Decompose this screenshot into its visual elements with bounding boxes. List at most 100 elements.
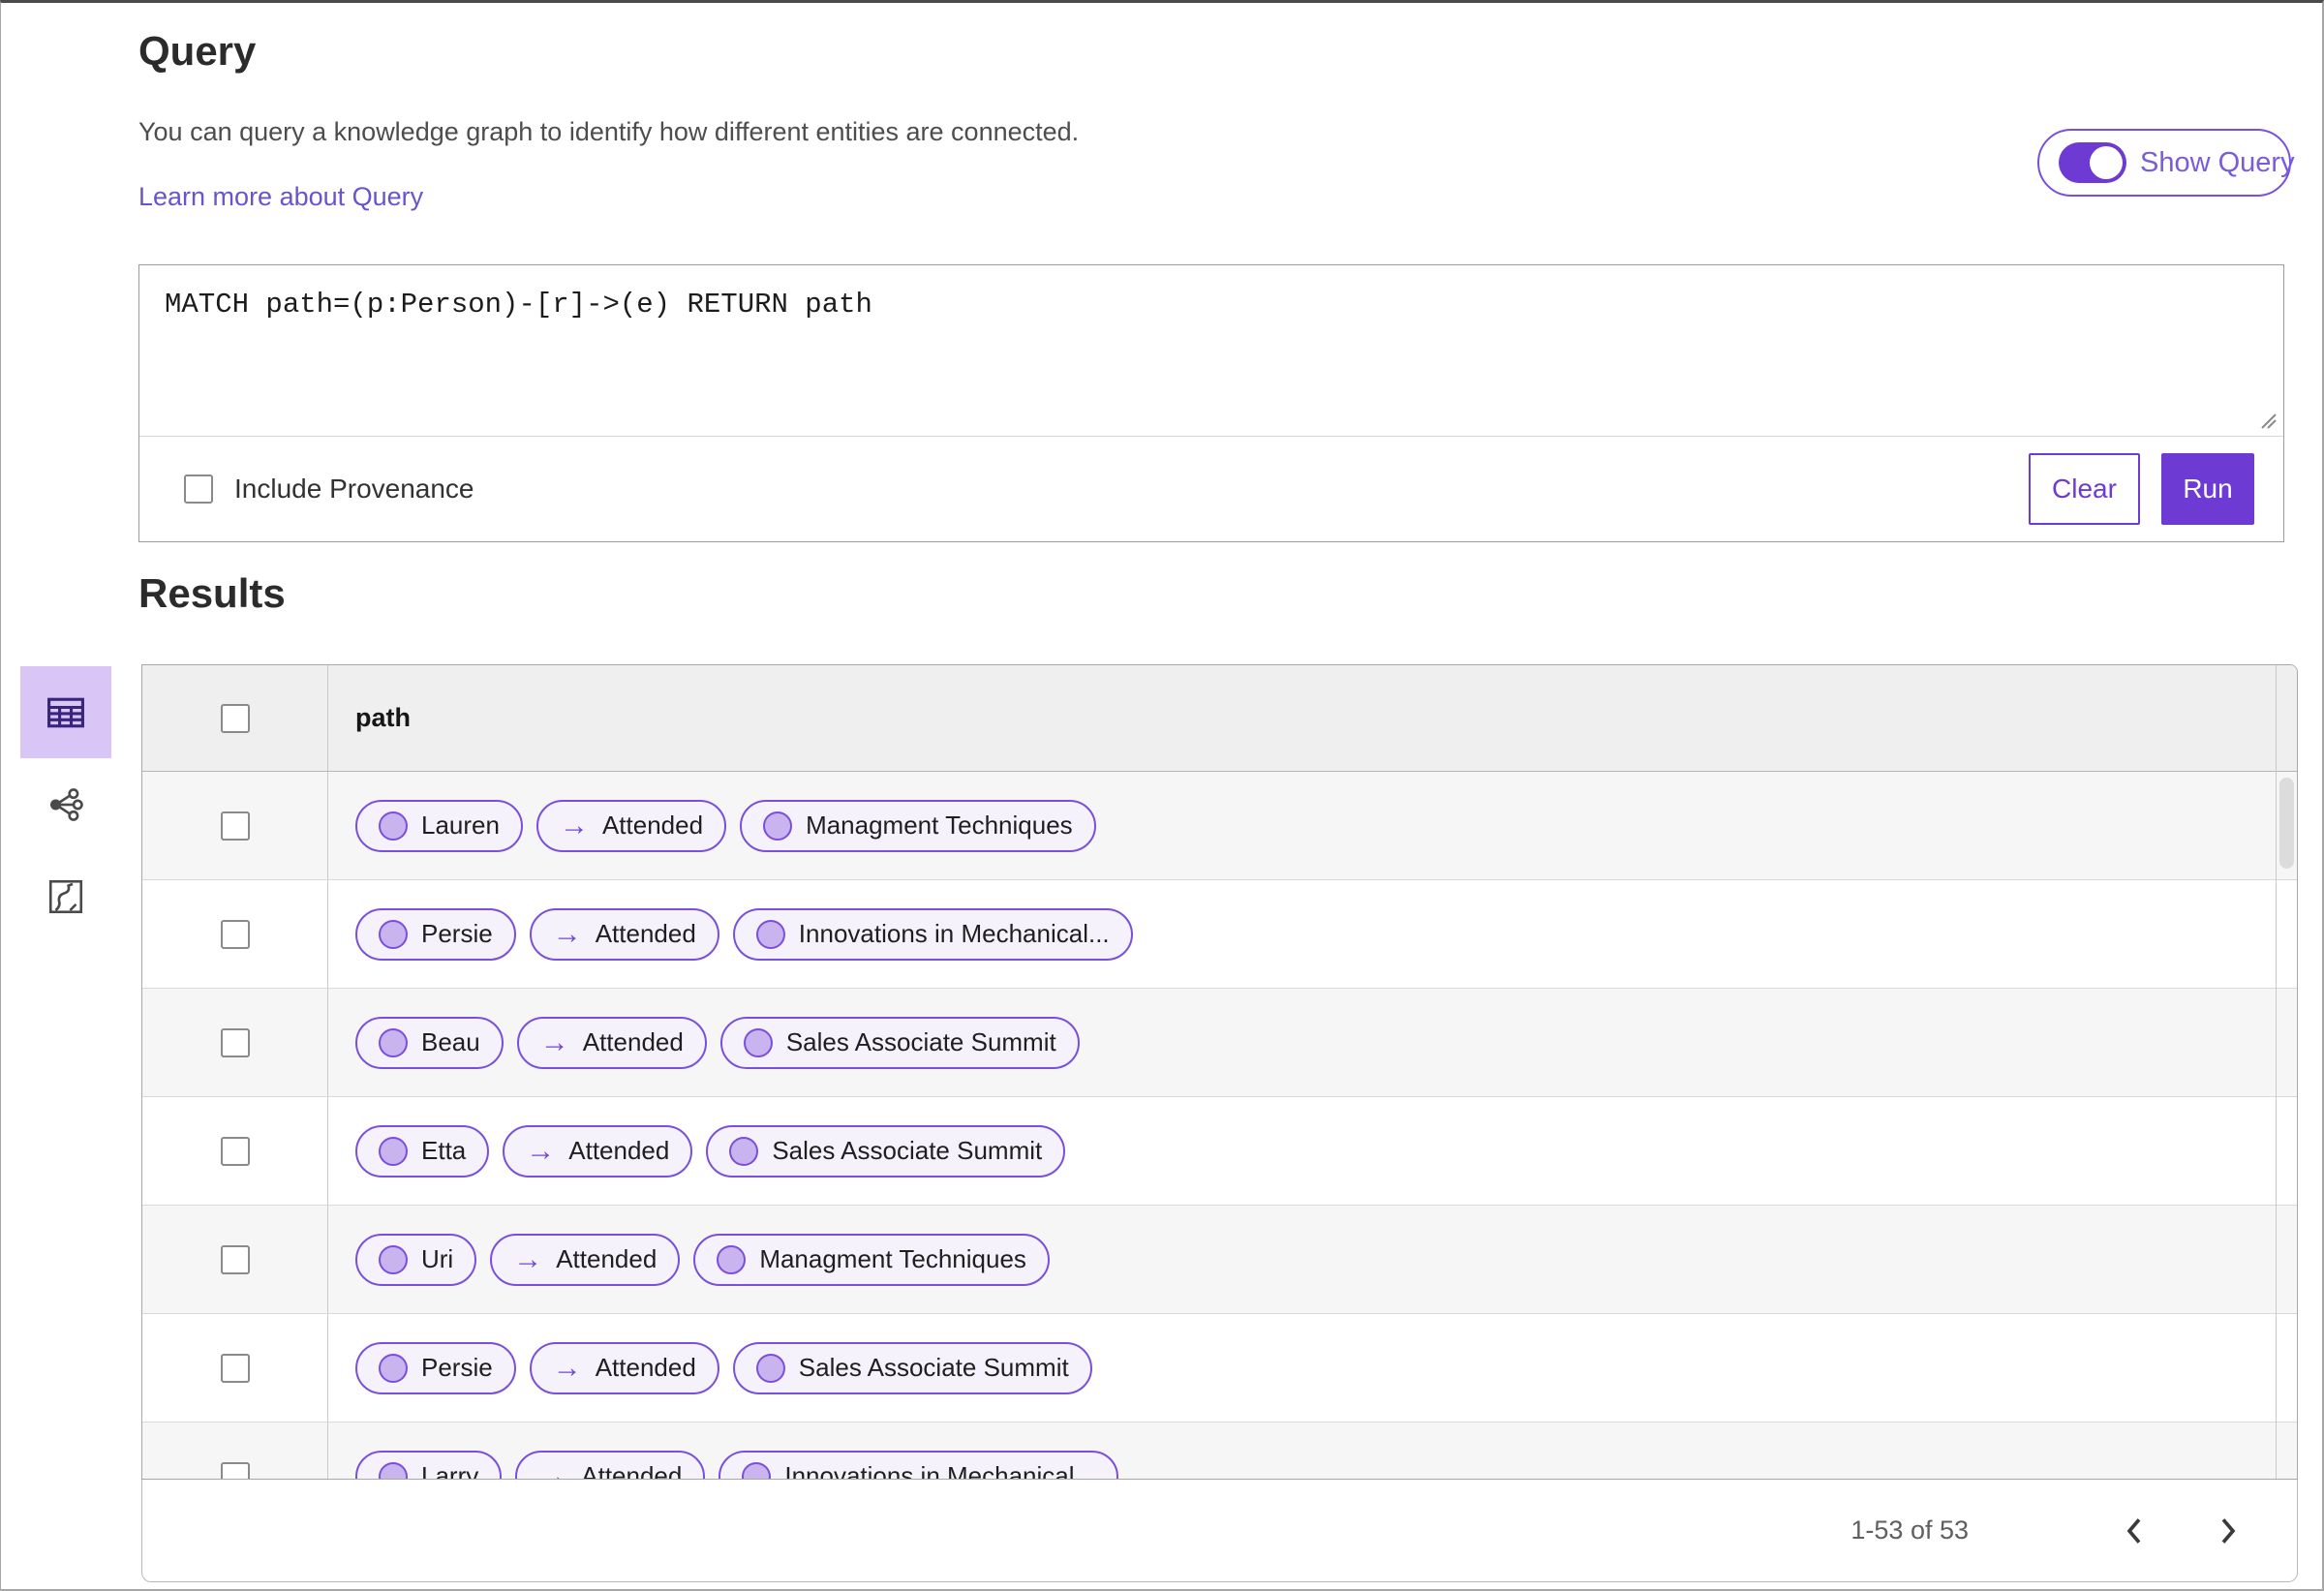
chevron-right-icon	[2221, 1517, 2236, 1544]
learn-more-link[interactable]: Learn more about Query	[138, 182, 423, 212]
table-row: Etta → Attended Sales Associate Summit	[142, 1097, 2297, 1206]
page-description: You can query a knowledge graph to ident…	[138, 117, 1080, 146]
row-checkbox[interactable]	[220, 1353, 250, 1383]
row-select-cell	[142, 989, 328, 1096]
results-title: Results	[138, 570, 286, 616]
chevron-left-icon	[2126, 1517, 2141, 1544]
query-page: Query You can query a knowledge graph to…	[0, 0, 2324, 1591]
row-select-cell	[142, 772, 328, 879]
source-node-label: Lauren	[421, 811, 500, 840]
row-path-cell: Etta → Attended Sales Associate Summit	[328, 1097, 2297, 1205]
edge-chip[interactable]: → Attended	[529, 907, 719, 961]
graph-view-button[interactable]	[20, 758, 111, 850]
edge-label: Attended	[581, 1461, 683, 1480]
select-all-checkbox[interactable]	[220, 703, 250, 733]
source-node-label: Persie	[421, 919, 493, 948]
edge-chip[interactable]: → Attended	[516, 1016, 707, 1069]
toggle-knob	[2090, 146, 2123, 179]
row-checkbox[interactable]	[220, 1244, 250, 1274]
run-button[interactable]: Run	[2161, 452, 2254, 525]
table-scrollbar[interactable]	[2276, 665, 2297, 1479]
table-row: Larry → Attended Innovations in Mechanic…	[142, 1423, 2297, 1480]
source-node-label: Uri	[421, 1244, 454, 1273]
toggle-on-icon[interactable]	[2059, 142, 2126, 183]
row-path-cell: Larry → Attended Innovations in Mechanic…	[328, 1423, 2297, 1480]
row-path-cell: Beau → Attended Sales Associate Summit	[328, 989, 2297, 1096]
table-body: Lauren → Attended Managment Techniques P…	[142, 772, 2297, 1480]
network-graph-icon	[49, 787, 83, 821]
scrollbar-thumb[interactable]	[2279, 778, 2294, 869]
include-provenance-label: Include Provenance	[234, 473, 474, 504]
target-node-chip[interactable]: Innovations in Mechanical...	[732, 907, 1133, 961]
table-row: Persie → Attended Sales Associate Summit	[142, 1314, 2297, 1423]
source-node-chip[interactable]: Uri	[355, 1233, 477, 1286]
row-path-cell: Persie → Attended Innovations in Mechani…	[328, 880, 2297, 988]
source-node-label: Etta	[421, 1136, 467, 1165]
query-editor-panel: MATCH path=(p:Person)-[r]->(e) RETURN pa…	[138, 264, 2284, 542]
node-icon	[379, 1027, 408, 1057]
source-node-chip[interactable]: Beau	[355, 1016, 504, 1069]
source-node-label: Persie	[421, 1353, 493, 1382]
target-node-chip[interactable]: Innovations in Mechanical...	[719, 1450, 1119, 1480]
line-chart-icon	[48, 879, 83, 913]
source-node-label: Beau	[421, 1027, 480, 1056]
source-node-chip[interactable]: Lauren	[355, 799, 523, 852]
show-query-toggle[interactable]: Show Query	[2037, 129, 2295, 197]
include-provenance-checkbox[interactable]	[184, 474, 213, 504]
arrow-right-icon: →	[559, 809, 589, 841]
query-toolbar: Include Provenance Clear Run	[139, 436, 2283, 541]
edge-chip[interactable]: → Attended	[535, 799, 727, 852]
row-path-cell: Lauren → Attended Managment Techniques	[328, 772, 2297, 879]
row-checkbox[interactable]	[220, 919, 250, 949]
source-node-chip[interactable]: Persie	[355, 907, 516, 961]
node-icon	[743, 1027, 773, 1057]
target-node-chip[interactable]: Sales Associate Summit	[732, 1341, 1092, 1394]
arrow-right-icon: →	[552, 1351, 582, 1384]
edge-chip[interactable]: → Attended	[529, 1341, 719, 1394]
target-node-chip[interactable]: Managment Techniques	[693, 1233, 1050, 1286]
source-node-chip[interactable]: Etta	[355, 1124, 490, 1178]
query-actions: Clear Run	[2029, 452, 2254, 525]
target-node-label: Sales Associate Summit	[772, 1136, 1043, 1165]
target-node-label: Innovations in Mechanical...	[784, 1461, 1096, 1480]
edge-chip[interactable]: → Attended	[490, 1233, 681, 1286]
resize-grip-icon[interactable]	[2258, 411, 2278, 430]
row-select-cell	[142, 880, 328, 988]
row-checkbox[interactable]	[220, 1027, 250, 1057]
show-query-label: Show Query	[2140, 146, 2295, 178]
target-node-label: Sales Associate Summit	[798, 1353, 1069, 1382]
node-icon	[379, 1353, 408, 1383]
edge-chip[interactable]: → Attended	[503, 1124, 693, 1178]
target-node-label: Managment Techniques	[806, 811, 1073, 840]
arrow-right-icon: →	[513, 1242, 543, 1275]
node-icon	[755, 919, 785, 949]
arrow-right-icon: →	[552, 917, 582, 950]
table-header-row: path	[142, 665, 2297, 772]
select-all-cell	[142, 665, 328, 771]
previous-page-button[interactable]	[2114, 1507, 2155, 1555]
table-row: Persie → Attended Innovations in Mechani…	[142, 880, 2297, 989]
row-checkbox[interactable]	[220, 811, 250, 841]
node-icon	[717, 1244, 747, 1274]
row-checkbox[interactable]	[220, 1136, 250, 1166]
pagination-range: 1-53 of 53	[1850, 1515, 1969, 1545]
results-table: path Lauren → Attended Managment Techniq…	[141, 664, 2298, 1480]
edge-label: Attended	[601, 811, 704, 840]
query-input[interactable]: MATCH path=(p:Person)-[r]->(e) RETURN pa…	[139, 265, 2283, 436]
path-header-cell: path	[328, 665, 2297, 771]
clear-button[interactable]: Clear	[2029, 452, 2140, 525]
target-node-label: Innovations in Mechanical...	[798, 919, 1110, 948]
target-node-chip[interactable]: Managment Techniques	[740, 799, 1096, 852]
next-page-button[interactable]	[2208, 1507, 2248, 1555]
arrow-right-icon: →	[539, 1025, 569, 1058]
chart-view-button[interactable]	[20, 850, 111, 942]
target-node-chip[interactable]: Sales Associate Summit	[706, 1124, 1066, 1178]
table-view-button[interactable]	[20, 666, 111, 758]
source-node-chip[interactable]: Persie	[355, 1341, 516, 1394]
edge-label: Attended	[582, 1027, 684, 1056]
include-provenance-row[interactable]: Include Provenance	[184, 474, 474, 505]
edge-chip[interactable]: → Attended	[515, 1450, 706, 1480]
source-node-chip[interactable]: Larry	[355, 1450, 503, 1479]
target-node-chip[interactable]: Sales Associate Summit	[719, 1016, 1080, 1069]
row-checkbox[interactable]	[220, 1461, 250, 1479]
